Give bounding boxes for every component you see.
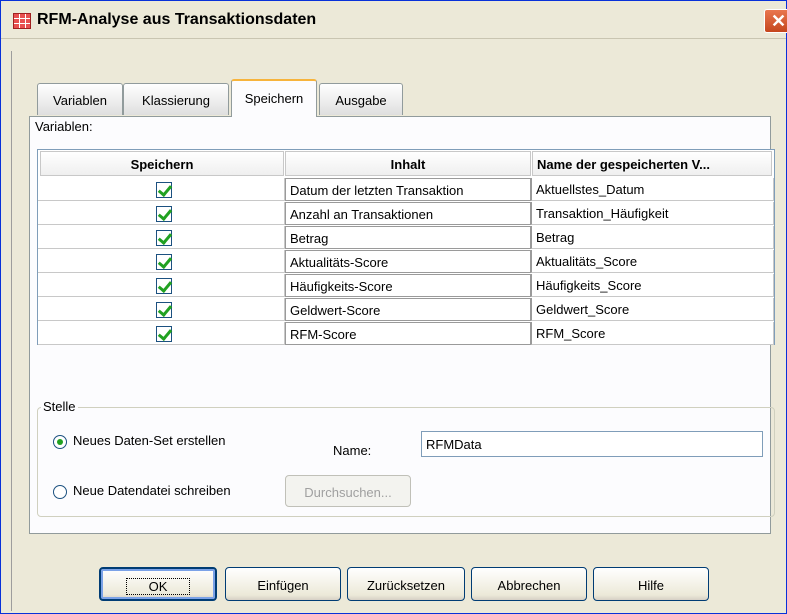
table-row: Aktualitäts-Score Aktualitäts_Score <box>38 250 774 274</box>
content-cell: Häufigkeits-Score <box>285 274 531 297</box>
save-cell <box>38 322 285 345</box>
save-checkbox[interactable] <box>156 182 172 198</box>
save-cell <box>38 202 285 225</box>
tab-ausgabe[interactable]: Ausgabe <box>319 83 403 115</box>
paste-button[interactable]: Einfügen <box>225 567 341 601</box>
new-file-label[interactable]: Neue Datendatei schreiben <box>73 483 231 498</box>
content-cell: RFM-Score <box>285 322 531 345</box>
left-divider <box>11 51 12 611</box>
reset-button[interactable]: Zurücksetzen <box>347 567 465 601</box>
name-cell[interactable]: Transaktion_Häufigkeit <box>531 202 774 225</box>
new-file-radio[interactable] <box>53 485 67 499</box>
content-cell: Aktualitäts-Score <box>285 250 531 273</box>
new-dataset-label[interactable]: Neues Daten-Set erstellen <box>73 433 225 448</box>
save-cell <box>38 250 285 273</box>
content-cell: Betrag <box>285 226 531 249</box>
save-checkbox[interactable] <box>156 254 172 270</box>
save-cell <box>38 274 285 297</box>
content-cell: Datum der letzten Transaktion <box>285 178 531 201</box>
cancel-button[interactable]: Abbrechen <box>471 567 587 601</box>
rfm-dialog-window: RFM-Analyse aus Transaktionsdaten ✕ Vari… <box>0 0 787 614</box>
ok-button[interactable]: OK <box>99 567 217 601</box>
name-label: Name: <box>333 443 372 458</box>
tab-variablen[interactable]: Variablen <box>37 83 123 115</box>
new-dataset-radio[interactable] <box>53 435 67 449</box>
help-button[interactable]: Hilfe <box>593 567 709 601</box>
name-cell[interactable]: Aktualitäts_Score <box>531 250 774 273</box>
name-cell[interactable]: Häufigkeits_Score <box>531 274 774 297</box>
save-checkbox[interactable] <box>156 302 172 318</box>
browse-button[interactable]: Durchsuchen... <box>285 475 411 507</box>
dataset-name-input[interactable]: RFMData <box>421 431 763 457</box>
table-row: Geldwert-Score Geldwert_Score <box>38 298 774 322</box>
table-row: Anzahl an Transaktionen Transaktion_Häuf… <box>38 202 774 226</box>
table-row: Häufigkeits-Score Häufigkeits_Score <box>38 274 774 298</box>
variables-table: Speichern Inhalt Name der gespeicherten … <box>37 149 775 345</box>
table-row: Betrag Betrag <box>38 226 774 250</box>
save-cell <box>38 298 285 321</box>
window-title: RFM-Analyse aus Transaktionsdaten <box>37 11 317 28</box>
ok-button-label: OK <box>125 578 191 595</box>
save-cell <box>38 226 285 249</box>
table-row: RFM-Score RFM_Score <box>38 322 774 346</box>
name-cell[interactable]: Betrag <box>531 226 774 249</box>
column-header-name[interactable]: Name der gespeicherten V... <box>532 151 772 176</box>
tab-speichern[interactable]: Speichern <box>231 79 317 117</box>
spss-table-icon <box>13 13 31 29</box>
name-cell[interactable]: Aktuellstes_Datum <box>531 178 774 201</box>
save-checkbox[interactable] <box>156 206 172 222</box>
column-header-speichern[interactable]: Speichern <box>40 151 284 176</box>
title-bar[interactable]: RFM-Analyse aus Transaktionsdaten ✕ <box>1 1 787 39</box>
save-checkbox[interactable] <box>156 230 172 246</box>
save-checkbox[interactable] <box>156 326 172 342</box>
name-cell[interactable]: Geldwert_Score <box>531 298 774 321</box>
column-header-inhalt[interactable]: Inhalt <box>285 151 531 176</box>
tab-klassierung[interactable]: Klassierung <box>123 83 229 115</box>
location-legend: Stelle <box>41 399 78 414</box>
name-cell[interactable]: RFM_Score <box>531 322 774 345</box>
table-row: Datum der letzten Transaktion Aktuellste… <box>38 178 774 202</box>
content-cell: Anzahl an Transaktionen <box>285 202 531 225</box>
content-cell: Geldwert-Score <box>285 298 531 321</box>
variables-label: Variablen: <box>35 119 93 134</box>
save-checkbox[interactable] <box>156 278 172 294</box>
table-header: Speichern Inhalt Name der gespeicherten … <box>38 150 774 177</box>
save-cell <box>38 178 285 201</box>
close-button[interactable]: ✕ <box>764 9 787 33</box>
